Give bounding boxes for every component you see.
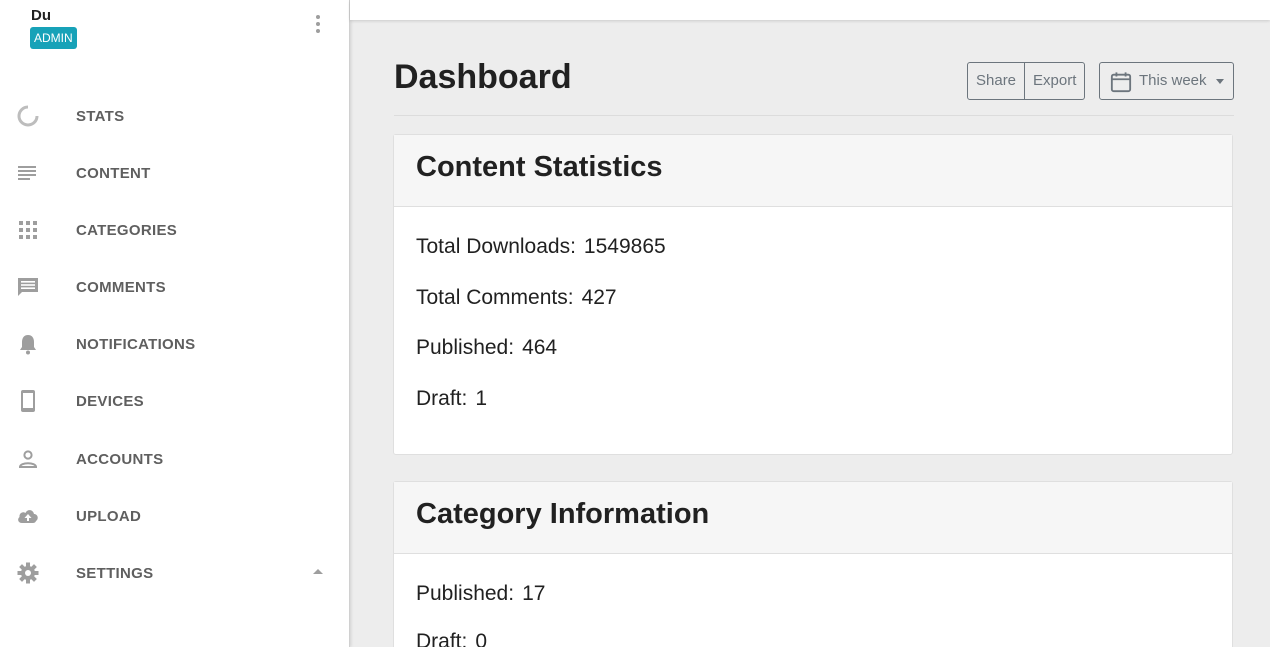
comment-icon: [18, 278, 38, 296]
calendar-icon: [1110, 72, 1132, 93]
stats-ring-icon: [17, 105, 39, 127]
stat-value: 1: [475, 387, 488, 410]
chevron-down-icon: [1216, 79, 1224, 84]
stat-row: Published: 17: [416, 582, 545, 606]
role-badge: ADMIN: [30, 27, 77, 49]
gear-icon: [17, 562, 39, 584]
stat-label: Draft:: [416, 387, 468, 410]
sidebar-item-label: STATS: [76, 108, 125, 125]
top-bar: [350, 0, 1270, 20]
card-title: Content Statistics: [416, 151, 663, 183]
stat-label: Total Downloads:: [416, 235, 576, 258]
date-range-dropdown[interactable]: This week: [1099, 62, 1234, 100]
sidebar-item-notifications[interactable]: NOTIFICATIONS: [0, 319, 350, 369]
stat-label: Draft:: [416, 630, 468, 647]
stat-label: Total Comments:: [416, 286, 574, 309]
share-button[interactable]: Share: [968, 63, 1024, 99]
category-information-card: Category Information Published: 17 Draft:…: [393, 481, 1233, 647]
stat-value: 427: [581, 286, 617, 309]
sidebar-item-label: COMMENTS: [76, 279, 166, 296]
card-header: Category Information: [394, 482, 1232, 554]
action-button-group: Share Export: [967, 62, 1086, 100]
stat-value: 17: [522, 582, 546, 605]
stat-row: Total Downloads: 1549865: [416, 235, 666, 259]
stat-value: 1549865: [583, 235, 666, 258]
grid-icon: [19, 221, 37, 239]
stat-row: Draft: 1: [416, 387, 487, 411]
sidebar-item-label: CATEGORIES: [76, 222, 178, 239]
sidebar-item-devices[interactable]: DEVICES: [0, 376, 350, 426]
sidebar-item-label: ACCOUNTS: [76, 451, 164, 468]
sidebar-item-settings[interactable]: SETTINGS: [0, 548, 350, 598]
stat-value: 464: [522, 336, 558, 359]
more-options-icon[interactable]: [312, 15, 324, 37]
header-divider: [394, 115, 1234, 116]
user-name: Du: [31, 7, 51, 24]
content-statistics-card: Content Statistics Total Downloads: 15498…: [393, 134, 1233, 455]
stat-row: Published: 464: [416, 336, 557, 360]
person-icon: [18, 450, 38, 468]
cloud-upload-icon: [18, 510, 38, 523]
sidebar-item-label: SETTINGS: [76, 565, 154, 582]
phone-icon: [21, 390, 35, 412]
stat-row: Draft: 0: [416, 630, 487, 647]
sidebar-item-comments[interactable]: COMMENTS: [0, 262, 350, 312]
content-lines-icon: [18, 166, 36, 180]
sidebar-item-label: CONTENT: [76, 165, 151, 182]
stat-label: Published:: [416, 582, 515, 605]
stat-label: Published:: [416, 336, 515, 359]
sidebar-item-categories[interactable]: CATEGORIES: [0, 205, 350, 255]
sidebar-item-stats[interactable]: STATS: [0, 91, 350, 141]
sidebar-item-content[interactable]: CONTENT: [0, 148, 350, 198]
sidebar-item-label: UPLOAD: [76, 508, 142, 525]
sidebar: Du ADMIN STATS CONTENT CATEGORIES COMMEN…: [0, 0, 350, 647]
sidebar-item-upload[interactable]: UPLOAD: [0, 491, 350, 541]
stat-value: 0: [475, 630, 488, 647]
card-title: Category Information: [416, 498, 710, 530]
bell-icon: [20, 335, 36, 355]
sidebar-item-label: NOTIFICATIONS: [76, 336, 196, 353]
date-range-label: This week: [1139, 72, 1207, 89]
sidebar-item-label: DEVICES: [76, 393, 144, 410]
page-title: Dashboard: [394, 58, 572, 96]
export-button[interactable]: Export: [1024, 63, 1084, 99]
chevron-up-icon[interactable]: [313, 569, 323, 574]
stat-row: Total Comments: 427: [416, 286, 617, 310]
sidebar-item-accounts[interactable]: ACCOUNTS: [0, 434, 350, 484]
card-header: Content Statistics: [394, 135, 1232, 207]
